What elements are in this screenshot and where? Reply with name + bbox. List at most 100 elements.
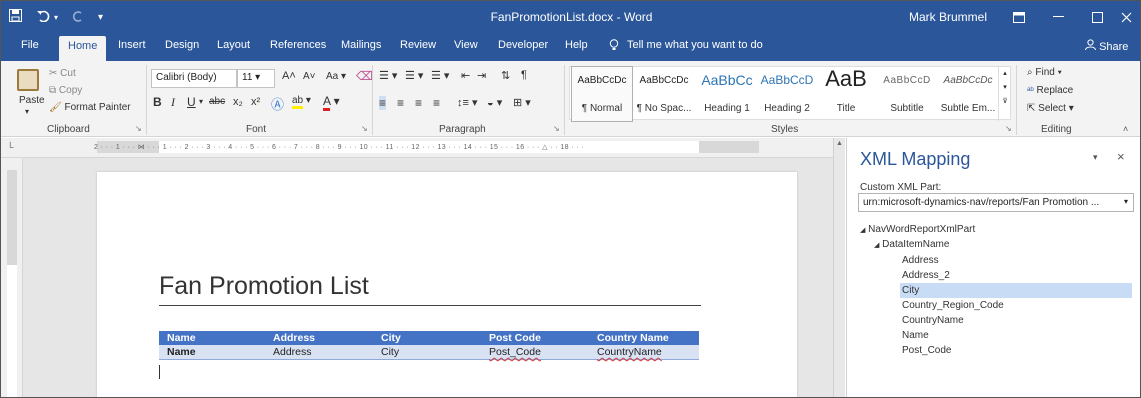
subscript-icon[interactable]: x₂ (233, 96, 243, 108)
strikethrough-icon[interactable]: abc (209, 96, 225, 107)
tab-help[interactable]: Help (565, 39, 588, 51)
table-header-cell[interactable]: Country Name (589, 331, 699, 345)
tab-layout[interactable]: Layout (217, 39, 250, 51)
table-cell[interactable]: City (373, 345, 481, 360)
more-styles-icon[interactable]: ⊽ (999, 97, 1011, 105)
bullets-icon[interactable]: ☰ ▾ (379, 69, 397, 82)
collapse-ribbon-icon[interactable]: ˄ (1123, 124, 1128, 134)
tab-file[interactable]: File (21, 39, 39, 51)
vertical-scrollbar[interactable]: ▲ (833, 138, 845, 397)
text-effects-icon[interactable]: Ⓐ (271, 94, 284, 113)
align-left-icon[interactable]: ≡ (379, 96, 387, 110)
grow-font-icon[interactable]: A˄ (282, 70, 296, 82)
style-title[interactable]: AaB Title (816, 66, 876, 121)
tell-me-box[interactable]: Tell me what you want to do (609, 39, 763, 54)
pilcrow-icon[interactable]: ¶ (521, 69, 527, 81)
scroll-up-icon[interactable]: ▲ (834, 140, 845, 147)
fan-promotion-table[interactable]: Name Address City Post Code Country Name… (159, 331, 699, 360)
paste-icon[interactable] (17, 69, 39, 91)
share-button[interactable]: Share (1085, 39, 1128, 53)
table-cell[interactable]: Address (265, 345, 373, 360)
decrease-indent-icon[interactable]: ⇤ (461, 69, 470, 82)
table-header-cell[interactable]: Address (265, 331, 373, 345)
align-center-icon[interactable]: ≡ (397, 96, 404, 110)
close-icon[interactable] (1111, 1, 1140, 33)
tree-root[interactable]: ◢ NavWordReportXmlPart (860, 222, 975, 237)
horizontal-ruler[interactable]: └ 2 · · · 1 · · · ⋈ · · · 1 · · · 2 · · … (1, 138, 833, 158)
tab-review[interactable]: Review (400, 39, 436, 51)
table-cell[interactable]: Name (159, 345, 265, 360)
table-header-cell[interactable]: City (373, 331, 481, 345)
numbering-icon[interactable]: ☰ ▾ (405, 69, 423, 82)
line-spacing-icon[interactable]: ↕≡ ▾ (457, 96, 478, 109)
multilevel-list-icon[interactable]: ☰ ▾ (431, 69, 449, 82)
tab-design[interactable]: Design (165, 39, 199, 51)
clipboard-launcher-icon[interactable]: ↘ (135, 124, 142, 133)
underline-icon[interactable]: U (187, 95, 196, 109)
font-size-box[interactable]: 11 ▾ (237, 69, 275, 88)
tree-leaf-countryname[interactable]: CountryName (902, 313, 1132, 328)
font-name-box[interactable]: Calibri (Body) (151, 69, 237, 88)
close-pane-icon[interactable]: × (1117, 149, 1125, 164)
user-name[interactable]: Mark Brummel (909, 10, 987, 24)
copy-button[interactable]: ⧉ Copy (49, 85, 82, 96)
justify-icon[interactable]: ≡ (433, 96, 440, 110)
font-color-icon[interactable]: A ▾ (323, 94, 340, 111)
paste-label[interactable]: Paste (19, 95, 45, 106)
style-heading-2[interactable]: AaBbCcD Heading 2 (759, 67, 815, 121)
style-subtle-emphasis[interactable]: AaBbCcDc Subtle Em... (938, 67, 998, 121)
document-area[interactable]: Fan Promotion List Name Address City Pos… (23, 158, 833, 397)
paragraph-launcher-icon[interactable]: ↘ (553, 124, 560, 133)
vertical-ruler[interactable] (1, 158, 23, 397)
tab-home[interactable]: Home (59, 36, 107, 61)
table-cell[interactable]: Post_Code (481, 345, 589, 360)
underline-dropdown-icon[interactable]: ▾ (199, 97, 203, 106)
bold-icon[interactable]: B (153, 95, 162, 109)
expand-arrow-icon[interactable]: ◢ (874, 242, 879, 249)
clear-formatting-icon[interactable]: ⌫ (356, 69, 373, 83)
tab-view[interactable]: View (454, 39, 478, 51)
tab-mailings[interactable]: Mailings (341, 39, 381, 51)
tree-leaf-address[interactable]: Address (902, 253, 1132, 268)
scroll-down-icon[interactable]: ▾ (999, 83, 1011, 91)
align-right-icon[interactable]: ≡ (415, 96, 422, 110)
cut-button[interactable]: ✂ Cut (49, 68, 76, 79)
expand-arrow-icon[interactable]: ◢ (860, 227, 865, 234)
highlight-icon[interactable]: ab ▾ (292, 95, 311, 109)
sort-icon[interactable]: ⇅ (501, 69, 510, 82)
style-subtitle[interactable]: AaBbCcD Subtitle (877, 67, 937, 121)
tree-leaf-city[interactable]: City (900, 283, 1132, 298)
tree-leaf-address-2[interactable]: Address_2 (902, 268, 1132, 283)
tree-leaf-name[interactable]: Name (902, 328, 1132, 343)
tab-selector-icon[interactable]: └ (7, 142, 13, 152)
italic-icon[interactable]: I (171, 95, 175, 110)
tree-leaf-post-code[interactable]: Post_Code (902, 343, 1132, 358)
tab-developer[interactable]: Developer (498, 39, 548, 51)
table-cell[interactable]: CountryName (589, 345, 699, 360)
tree-node[interactable]: ◢ DataItemName (874, 237, 949, 252)
shrink-font-icon[interactable]: A˅ (303, 71, 316, 82)
scroll-up-icon[interactable]: ▴ (999, 69, 1011, 77)
change-case-icon[interactable]: Aa ▾ (326, 71, 346, 82)
tab-insert[interactable]: Insert (118, 39, 146, 51)
table-header-cell[interactable]: Post Code (481, 331, 589, 345)
pane-options-icon[interactable]: ▾ (1093, 152, 1098, 163)
format-painter-button[interactable]: 🖌 Format Painter (49, 102, 131, 113)
style-normal[interactable]: AaBbCcDc ¶ Normal (571, 66, 633, 122)
superscript-icon[interactable]: x² (251, 96, 260, 108)
select-button[interactable]: ⇱ Select ▾ (1027, 103, 1074, 114)
paste-dropdown-icon[interactable]: ▾ (25, 107, 29, 116)
document-page[interactable]: Fan Promotion List Name Address City Pos… (97, 172, 797, 397)
style-no-spacing[interactable]: AaBbCcDc ¶ No Spac... (633, 67, 695, 121)
styles-scroll[interactable]: ▴ ▾ ⊽ (998, 67, 1011, 121)
tree-leaf-country-region-code[interactable]: Country_Region_Code (902, 298, 1132, 313)
borders-icon[interactable]: ⊞ ▾ (513, 96, 531, 109)
custom-xml-part-select[interactable]: urn:microsoft-dynamics-nav/reports/Fan P… (858, 193, 1134, 212)
shading-icon[interactable]: ◒ ▾ (487, 96, 502, 109)
font-launcher-icon[interactable]: ↘ (361, 124, 368, 133)
increase-indent-icon[interactable]: ⇥ (477, 69, 486, 82)
find-button[interactable]: ⌕ Find ▾ (1027, 67, 1062, 78)
tab-references[interactable]: References (270, 39, 326, 51)
style-heading-1[interactable]: AaBbCc Heading 1 (696, 67, 758, 121)
styles-launcher-icon[interactable]: ↘ (1005, 124, 1012, 133)
